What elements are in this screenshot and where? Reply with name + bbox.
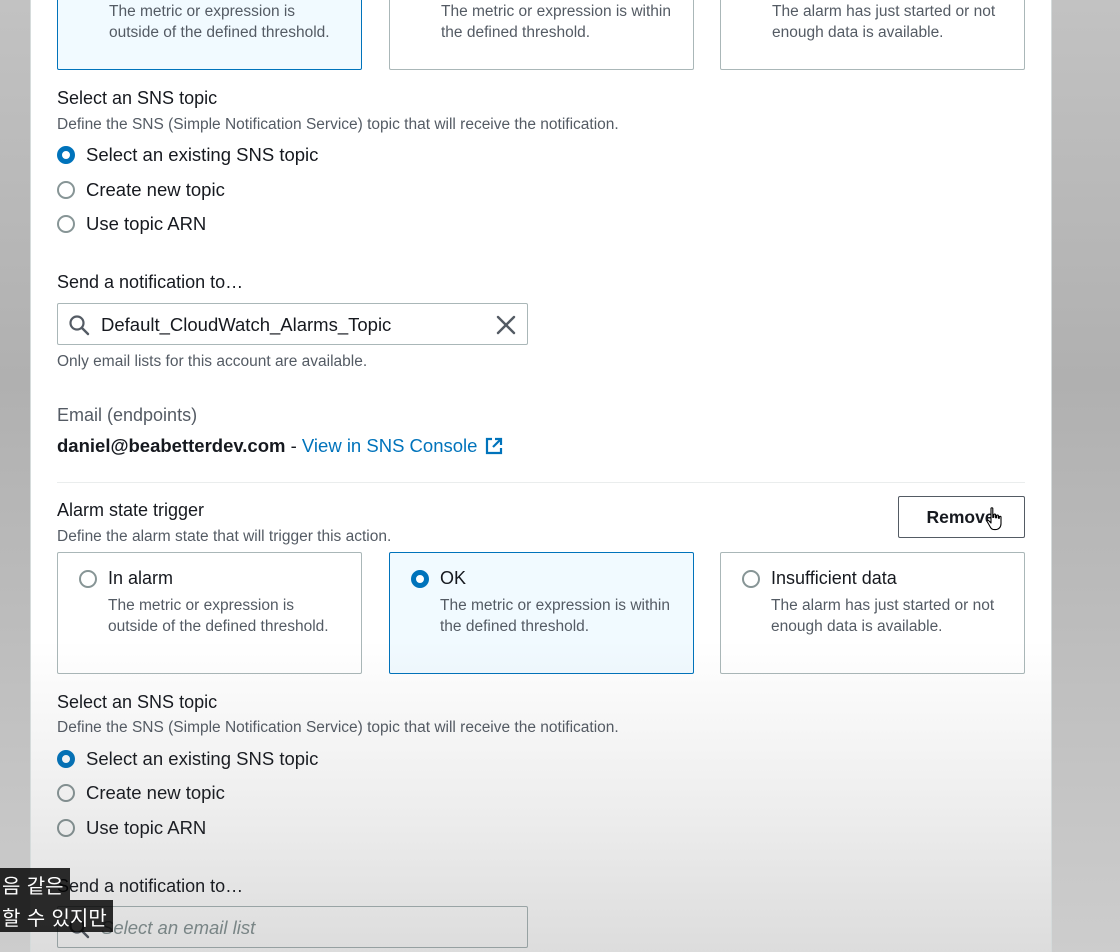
email-separator: - (285, 435, 302, 456)
sns-topic-heading: Select an SNS topic (57, 88, 218, 108)
email-list-placeholder: Select an email list (101, 917, 256, 938)
top-card-in-alarm[interactable]: The metric or expression is outside of t… (57, 0, 362, 70)
alarm-actions-panel: The metric or expression is outside of t… (30, 0, 1052, 952)
external-link-icon[interactable] (484, 436, 504, 456)
email-endpoints-row: daniel@beabetterdev.com - View in SNS Co… (57, 435, 504, 457)
state-card-title: Insufficient data (771, 568, 897, 588)
radio-label: Create new topic (86, 179, 225, 200)
email-endpoints-label: Email (endpoints) (57, 405, 198, 425)
state-card-desc: The metric or expression is outside of t… (108, 597, 329, 635)
top-card-desc: The alarm has just started or not enough… (772, 3, 996, 41)
sns-topic-heading: Select an SNS topic (57, 692, 218, 712)
state-card-desc: The metric or expression is within the d… (440, 597, 670, 635)
state-card-insufficient-data[interactable]: Insufficient data The alarm has just sta… (720, 552, 1025, 674)
subtitle-line: 할 수 있지만 (0, 900, 113, 932)
radio-button[interactable] (57, 784, 75, 802)
input-helper-text: Only email lists for this account are av… (57, 353, 368, 370)
top-card-insufficient[interactable]: The alarm has just started or not enough… (720, 0, 1025, 70)
state-card-desc: The alarm has just started or not enough… (771, 597, 995, 635)
radio-button[interactable] (79, 570, 97, 588)
radio-label: Use topic ARN (86, 213, 207, 234)
radio-label: Select an existing SNS topic (86, 144, 319, 165)
radio-button[interactable] (57, 750, 75, 768)
state-card-ok[interactable]: OK The metric or expression is within th… (389, 552, 694, 674)
radio-button[interactable] (57, 181, 75, 199)
send-notification-label: Send a notification to… (57, 272, 244, 292)
radio-topic-arn[interactable]: Use topic ARN (57, 816, 206, 840)
state-card-title: OK (440, 568, 467, 588)
sns-topic-description: Define the SNS (Simple Notification Serv… (57, 116, 619, 133)
radio-label: Use topic ARN (86, 817, 207, 838)
radio-label: Select an existing SNS topic (86, 748, 319, 769)
alarm-state-trigger-description: Define the alarm state that will trigger… (57, 528, 392, 545)
top-card-ok[interactable]: The metric or expression is within the d… (389, 0, 694, 70)
state-card-in-alarm[interactable]: In alarm The metric or expression is out… (57, 552, 362, 674)
radio-button[interactable] (57, 146, 75, 164)
radio-topic-arn[interactable]: Use topic ARN (57, 212, 206, 236)
clear-icon[interactable] (495, 314, 517, 336)
radio-create-topic[interactable]: Create new topic (57, 781, 225, 805)
state-card-title: In alarm (108, 568, 174, 588)
radio-button[interactable] (411, 570, 429, 588)
subtitle-line: 음 같은 (0, 868, 70, 900)
radio-button[interactable] (742, 570, 760, 588)
remove-action-button[interactable]: Remove (898, 496, 1025, 538)
search-icon (69, 315, 90, 336)
alarm-state-trigger-heading: Alarm state trigger (57, 500, 205, 520)
top-card-desc: The metric or expression is outside of t… (109, 3, 330, 41)
email-list-search-input[interactable]: Select an email list (57, 906, 528, 948)
section-divider (57, 482, 1025, 483)
radio-existing-topic[interactable]: Select an existing SNS topic (57, 747, 318, 771)
radio-button[interactable] (57, 215, 75, 233)
radio-existing-topic[interactable]: Select an existing SNS topic (57, 143, 318, 167)
radio-create-topic[interactable]: Create new topic (57, 178, 225, 202)
sns-topic-description: Define the SNS (Simple Notification Serv… (57, 719, 619, 736)
send-notification-label: Send a notification to… (57, 876, 244, 896)
view-in-sns-console-link[interactable]: View in SNS Console (302, 435, 478, 457)
sns-topic-value: Default_CloudWatch_Alarms_Topic (101, 314, 392, 335)
sns-topic-search-input[interactable]: Default_CloudWatch_Alarms_Topic (57, 303, 528, 345)
email-value: daniel@beabetterdev.com (57, 435, 286, 456)
top-card-desc: The metric or expression is within the d… (441, 3, 671, 41)
hand-cursor-icon (986, 507, 1002, 531)
radio-button[interactable] (57, 819, 75, 837)
radio-label: Create new topic (86, 782, 225, 803)
